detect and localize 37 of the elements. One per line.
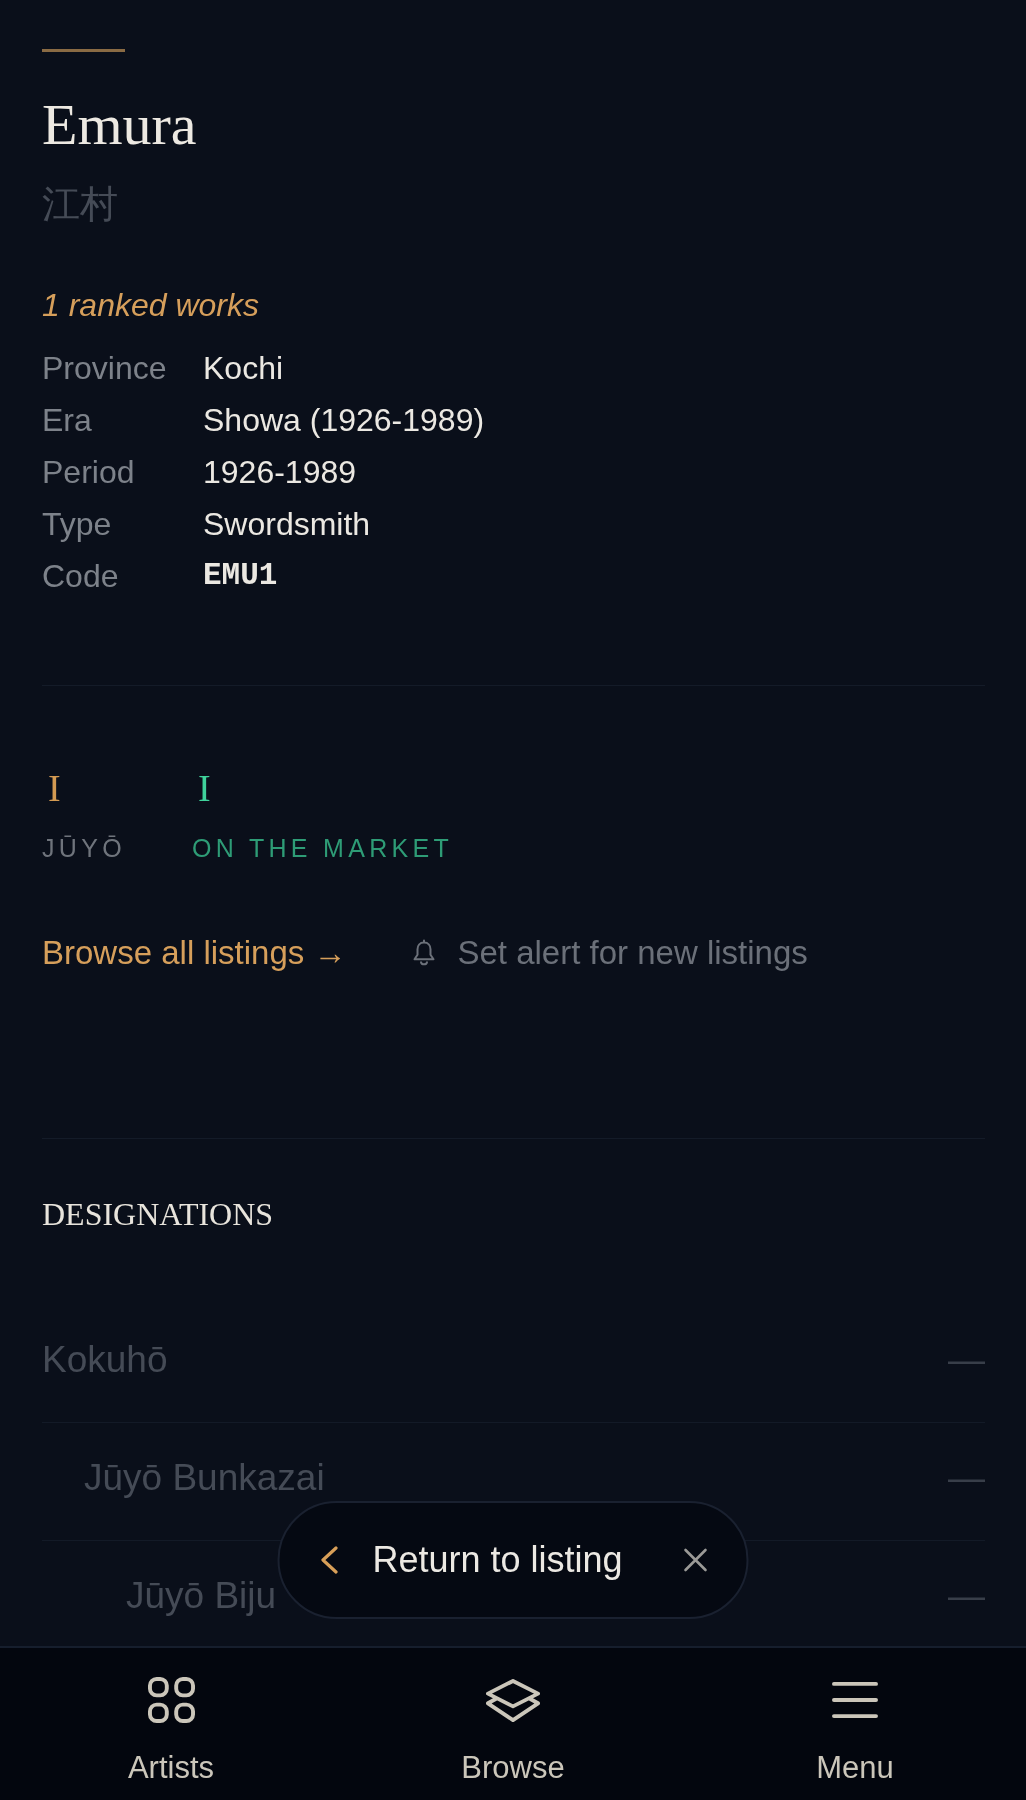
detail-value: EMU1 <box>203 557 279 595</box>
artist-native-name: 江村 <box>42 182 119 226</box>
grid-icon <box>147 1677 195 1723</box>
designation-name: Kokuhō <box>42 1339 168 1381</box>
nav-tab[interactable]: Browse <box>342 1648 684 1800</box>
ranked-works-count: 1 ranked works <box>42 286 260 325</box>
close-button[interactable] <box>683 1548 708 1572</box>
set-alert-link[interactable]: Set alert for new listings <box>412 933 808 973</box>
stat-label: ON THE MARKET <box>192 833 453 864</box>
chevron-left-icon <box>320 1546 339 1574</box>
detail-label: Province <box>42 349 168 388</box>
detail-value: Showa (1926-1989) <box>203 401 485 440</box>
section-heading: DESIGNATIONS <box>42 1195 275 1234</box>
menu-icon <box>832 1682 878 1718</box>
layers-icon <box>486 1678 540 1722</box>
stat-value: I <box>47 766 62 810</box>
detail-label: Type <box>42 505 113 544</box>
designation-name: Jūyō Biju <box>126 1575 277 1617</box>
detail-value: Kochi <box>203 349 285 388</box>
nav-tab[interactable]: Artists <box>0 1648 342 1800</box>
designation-value: — <box>948 1575 985 1617</box>
designation-value: — <box>948 1457 985 1499</box>
browse-listings-link[interactable]: Browse all listings → <box>42 933 347 973</box>
detail-label: Period <box>42 453 136 492</box>
detail-label: Code <box>42 557 120 596</box>
designation-name: Jūyō Bunkazai <box>84 1457 325 1499</box>
return-to-listing-button[interactable]: Return to listing <box>320 1539 623 1581</box>
detail-value: Swordsmith <box>203 505 372 544</box>
designation-value: — <box>948 1339 985 1381</box>
bell-icon <box>412 939 437 967</box>
close-icon <box>683 1548 708 1572</box>
stat-label: JŪYŌ <box>42 833 126 864</box>
nav-tab[interactable]: Menu <box>684 1648 1026 1800</box>
stat-value: I <box>197 766 212 810</box>
detail-label: Era <box>42 401 93 440</box>
detail-value: 1926-1989 <box>203 453 358 492</box>
artist-name: Emura <box>42 93 198 157</box>
